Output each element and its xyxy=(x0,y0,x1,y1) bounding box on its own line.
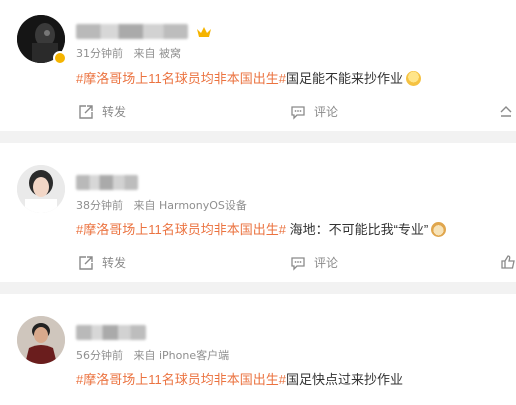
more-icon xyxy=(500,106,512,117)
post-time: 31分钟前 xyxy=(76,47,123,60)
post-text: 国足能不能来抄作业 xyxy=(285,71,403,86)
post-card-3: 56分钟前 来自 iPhone客户端 #摩洛哥场上11名球员均非本国出生#国足快… xyxy=(0,294,516,405)
share-label: 转发 xyxy=(102,256,127,270)
post-meta: 56分钟前 来自 iPhone客户端 xyxy=(76,347,229,363)
doge-emoji-icon xyxy=(431,222,447,237)
hashtag-link[interactable]: #摩洛哥场上11名球员均非本国出生# xyxy=(76,372,286,387)
post-content: #摩洛哥场上11名球员均非本国出生#国足快点过来抄作业 xyxy=(76,369,403,388)
vip-crown-icon xyxy=(197,27,211,37)
username-blurred[interactable] xyxy=(76,325,146,340)
avatar[interactable] xyxy=(17,165,65,213)
post-actions: 转发 评论 xyxy=(0,103,516,123)
hashtag-link[interactable]: #摩洛哥场上11名球员均非本国出生# xyxy=(76,222,286,237)
laughing-emoji-icon xyxy=(405,71,421,86)
comment-button[interactable]: 评论 xyxy=(290,254,338,271)
like-button[interactable] xyxy=(500,254,516,270)
avatar[interactable] xyxy=(17,316,65,364)
post-source: 来自 iPhone客户端 xyxy=(133,349,230,362)
more-button[interactable] xyxy=(498,103,514,119)
post-content: #摩洛哥场上11名球员均非本国出生#国足能不能来抄作业 xyxy=(76,68,421,87)
post-text: 海地：不可能比我“专业” xyxy=(285,222,429,237)
share-icon xyxy=(79,104,93,119)
share-label: 转发 xyxy=(102,105,127,119)
post-time: 38分钟前 xyxy=(76,199,123,212)
post-meta: 38分钟前 来自 HarmonyOS设备 xyxy=(76,197,247,213)
post-source: 来自 HarmonyOS设备 xyxy=(133,199,247,212)
post-card-1: 31分钟前 来自 被窝 #摩洛哥场上11名球员均非本国出生#国足能不能来抄作业 … xyxy=(0,0,516,131)
post-source: 来自 被窝 xyxy=(133,47,182,60)
post-content: #摩洛哥场上11名球员均非本国出生# 海地：不可能比我“专业” xyxy=(76,219,447,238)
verified-badge-icon xyxy=(53,51,67,65)
share-icon xyxy=(79,255,93,270)
username-blurred[interactable] xyxy=(76,24,188,39)
post-text: 国足快点过来抄作业 xyxy=(285,372,403,387)
post-meta: 31分钟前 来自 被窝 xyxy=(76,45,181,61)
username-blurred[interactable] xyxy=(76,175,138,190)
comment-label: 评论 xyxy=(314,105,339,119)
post-card-2: 38分钟前 来自 HarmonyOS设备 #摩洛哥场上11名球员均非本国出生# … xyxy=(0,143,516,282)
comment-icon xyxy=(291,256,305,271)
share-button[interactable]: 转发 xyxy=(78,103,126,120)
comment-icon xyxy=(291,105,305,120)
comment-label: 评论 xyxy=(314,256,339,270)
post-actions: 转发 评论 xyxy=(0,254,516,274)
comment-button[interactable]: 评论 xyxy=(290,103,338,120)
post-time: 56分钟前 xyxy=(76,349,123,362)
like-icon xyxy=(501,255,515,269)
share-button[interactable]: 转发 xyxy=(78,254,126,271)
hashtag-link[interactable]: #摩洛哥场上11名球员均非本国出生# xyxy=(76,71,286,86)
